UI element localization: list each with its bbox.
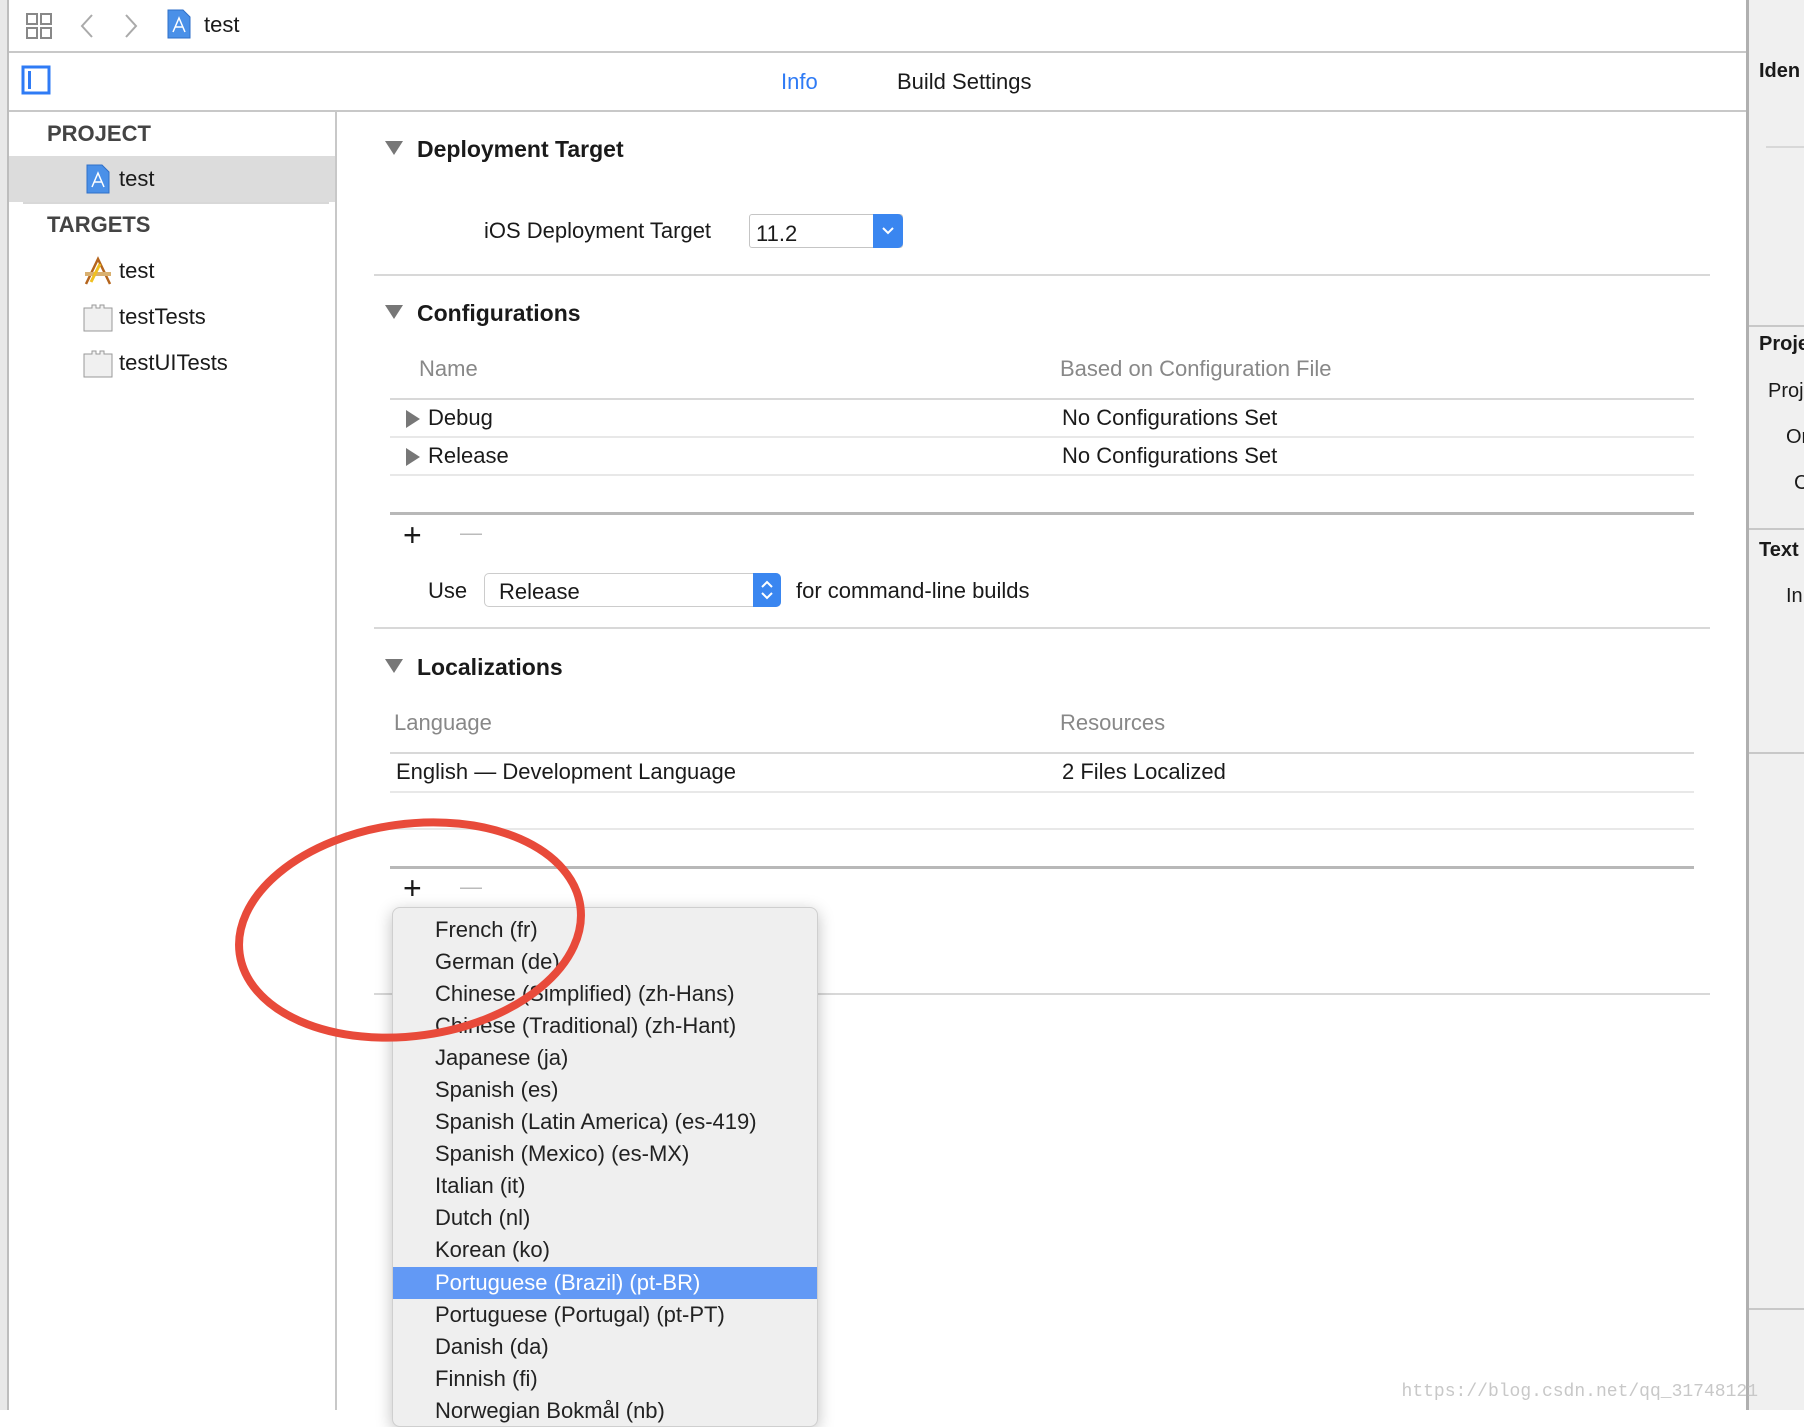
section-localizations[interactable]: Localizations <box>385 654 563 681</box>
menu-item-korean[interactable]: Korean (ko) <box>393 1234 817 1266</box>
configuration-name: Debug <box>428 405 493 430</box>
identity-section-title: Iden <box>1759 60 1801 82</box>
section-title: Deployment Target <box>417 136 624 162</box>
divider <box>1749 1308 1804 1310</box>
popup-stepper[interactable] <box>753 573 781 607</box>
menu-item-dutch[interactable]: Dutch (nl) <box>393 1202 817 1234</box>
sidebar-item-project-test[interactable]: test <box>9 156 335 202</box>
disclosure-triangle-icon[interactable] <box>406 448 420 466</box>
sidebar-toggle-icon[interactable] <box>21 65 51 95</box>
section-title: Configurations <box>417 300 581 326</box>
combobox-dropdown-button[interactable] <box>873 214 903 248</box>
ios-deployment-target-label: iOS Deployment Target <box>484 218 712 243</box>
app-target-icon <box>84 256 112 285</box>
section-title: Localizations <box>417 654 563 680</box>
localization-row-english[interactable]: English — Development Language 2 Files L… <box>390 754 1694 792</box>
menu-item-finnish[interactable]: Finnish (fi) <box>393 1363 817 1395</box>
test-bundle-icon <box>83 304 113 332</box>
toolbar: test <box>9 0 1746 53</box>
sidebar-item-target-test[interactable]: test <box>9 248 335 294</box>
menu-item-italian[interactable]: Italian (it) <box>393 1170 817 1202</box>
section-deployment-target[interactable]: Deployment Target <box>385 136 624 163</box>
back-chevron-icon[interactable] <box>77 12 97 40</box>
add-configuration-button[interactable]: + <box>403 517 422 554</box>
section-configurations[interactable]: Configurations <box>385 300 581 327</box>
column-header-config-file[interactable]: Based on Configuration File <box>1060 356 1332 382</box>
watermark: https://blog.csdn.net/qq_31748121 <box>1401 1382 1758 1402</box>
column-header-resources[interactable]: Resources <box>1060 710 1165 736</box>
menu-item-spanish-latin-america[interactable]: Spanish (Latin America) (es-419) <box>393 1106 817 1138</box>
tab-info[interactable]: Info <box>781 69 818 95</box>
project-format-label: Proj <box>1768 380 1804 402</box>
editor-tab-bar: Info Build Settings <box>9 53 1746 112</box>
disclosure-triangle-icon[interactable] <box>385 141 403 155</box>
configuration-file: No Configurations Set <box>1062 405 1278 430</box>
divider <box>374 274 1710 276</box>
divider <box>23 202 329 204</box>
annotation-circle <box>235 818 585 1042</box>
indent-label: In <box>1786 585 1803 607</box>
column-header-language[interactable]: Language <box>394 710 492 736</box>
disclosure-triangle-icon[interactable] <box>385 305 403 319</box>
project-file-icon <box>167 9 191 39</box>
configuration-name: Release <box>428 443 509 468</box>
use-label: Use <box>428 578 468 603</box>
table-bottom-border <box>390 512 1694 515</box>
inspector-panel: Iden Proje Proj Or C Text In <box>1746 0 1804 1410</box>
sidebar-item-label: test <box>119 258 155 283</box>
menu-item-portuguese-brazil[interactable]: Portuguese (Brazil) (pt-BR) <box>393 1267 817 1299</box>
ios-deployment-target-combobox[interactable]: 11.2 <box>749 214 903 248</box>
popup-value: Release <box>499 579 580 604</box>
configuration-row-debug[interactable]: Debug No Configurations Set <box>390 400 1694 436</box>
project-file-icon <box>86 164 110 194</box>
sidebar-item-target-testUITests[interactable]: testUITests <box>9 340 335 386</box>
class-prefix-label: C <box>1794 472 1804 494</box>
project-document-section-title: Proje <box>1759 333 1804 355</box>
test-bundle-icon <box>83 350 113 378</box>
menu-item-danish[interactable]: Danish (da) <box>393 1331 817 1363</box>
divider <box>390 474 1694 476</box>
localization-language: English — Development Language <box>396 759 737 784</box>
disclosure-triangle-icon[interactable] <box>406 410 420 428</box>
divider <box>390 791 1694 793</box>
window-edge <box>0 0 9 1410</box>
disclosure-triangle-icon[interactable] <box>385 659 403 673</box>
combobox-value[interactable]: 11.2 <box>756 221 797 247</box>
configuration-file: No Configurations Set <box>1062 443 1278 468</box>
menu-item-spanish[interactable]: Spanish (es) <box>393 1074 817 1106</box>
menu-item-portuguese-portugal[interactable]: Portuguese (Portugal) (pt-PT) <box>393 1299 817 1331</box>
command-line-config-popup[interactable]: Release <box>484 573 781 607</box>
divider <box>374 627 1710 629</box>
divider <box>1749 528 1804 530</box>
menu-item-spanish-mexico[interactable]: Spanish (Mexico) (es-MX) <box>393 1138 817 1170</box>
sidebar-item-label: test <box>119 166 155 191</box>
sidebar-item-label: testTests <box>119 304 206 329</box>
organization-label: Or <box>1786 426 1804 448</box>
sidebar-item-label: testUITests <box>119 350 228 375</box>
use-suffix-label: for command-line builds <box>796 578 1030 603</box>
text-settings-section-title: Text <box>1759 539 1799 561</box>
targets-header: TARGETS <box>47 212 151 237</box>
menu-item-norwegian[interactable]: Norwegian Bokmål (nb) <box>393 1395 817 1426</box>
related-items-grid-icon[interactable] <box>25 12 53 40</box>
remove-configuration-button[interactable]: — <box>460 520 482 546</box>
forward-chevron-icon[interactable] <box>121 12 141 40</box>
configuration-row-release[interactable]: Release No Configurations Set <box>390 438 1694 474</box>
divider <box>1749 325 1804 327</box>
divider <box>1766 146 1804 148</box>
chevron-down-icon <box>882 227 894 235</box>
divider <box>1749 752 1804 754</box>
localization-resources: 2 Files Localized <box>1062 759 1226 784</box>
breadcrumb-project[interactable]: test <box>204 12 239 38</box>
up-down-chevron-icon <box>761 580 773 600</box>
sidebar-item-target-testTests[interactable]: testTests <box>9 294 335 340</box>
project-header: PROJECT <box>47 121 151 146</box>
column-header-name[interactable]: Name <box>419 356 478 382</box>
tab-build-settings[interactable]: Build Settings <box>897 69 1032 95</box>
project-target-sidebar: PROJECT test TARGETS test testTests test… <box>9 112 337 1410</box>
